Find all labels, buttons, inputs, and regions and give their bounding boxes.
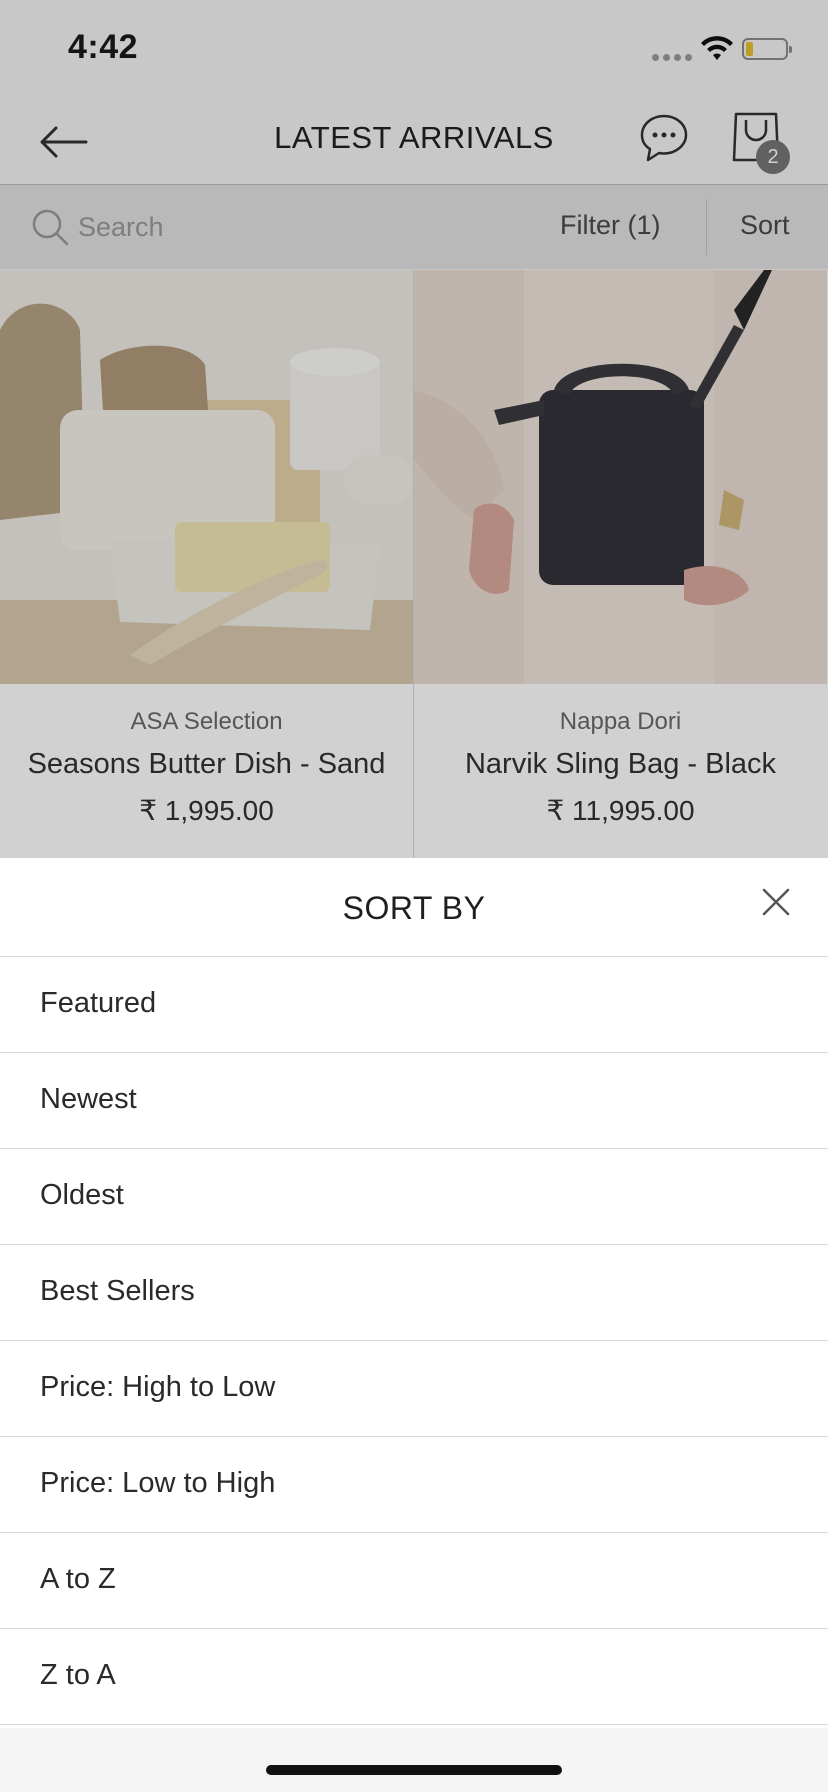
sort-option-label: A to Z [40, 1563, 116, 1595]
sort-option-label: Featured [40, 987, 157, 1019]
screen: 4:42 LATEST ARRIVALS 2 Search Filter (1)… [0, 0, 828, 1792]
close-icon [762, 888, 790, 916]
modal-backdrop[interactable] [0, 0, 828, 858]
sort-sheet: SORT BY Featured Newest Oldest Best Sell… [0, 858, 828, 1792]
sort-option-featured[interactable]: Featured [0, 957, 828, 1053]
sort-option-a-to-z[interactable]: A to Z [0, 1533, 828, 1629]
sheet-title: SORT BY [342, 890, 486, 926]
home-indicator[interactable] [266, 1765, 562, 1775]
sort-option-z-to-a[interactable]: Z to A [0, 1629, 828, 1725]
sheet-header: SORT BY [0, 858, 828, 957]
sort-options-list: Featured Newest Oldest Best Sellers Pric… [0, 957, 828, 1725]
sort-option-label: Best Sellers [40, 1275, 195, 1307]
sort-option-oldest[interactable]: Oldest [0, 1149, 828, 1245]
close-button[interactable] [756, 882, 796, 922]
sheet-footer [0, 1728, 828, 1792]
sort-option-price-high-to-low[interactable]: Price: High to Low [0, 1341, 828, 1437]
sort-option-price-low-to-high[interactable]: Price: Low to High [0, 1437, 828, 1533]
sort-option-label: Price: High to Low [40, 1371, 276, 1403]
sort-option-best-sellers[interactable]: Best Sellers [0, 1245, 828, 1341]
sort-option-newest[interactable]: Newest [0, 1053, 828, 1149]
sort-option-label: Z to A [40, 1659, 116, 1691]
sort-option-label: Newest [40, 1083, 137, 1115]
sort-option-label: Price: Low to High [40, 1467, 276, 1499]
sort-option-label: Oldest [40, 1179, 124, 1211]
